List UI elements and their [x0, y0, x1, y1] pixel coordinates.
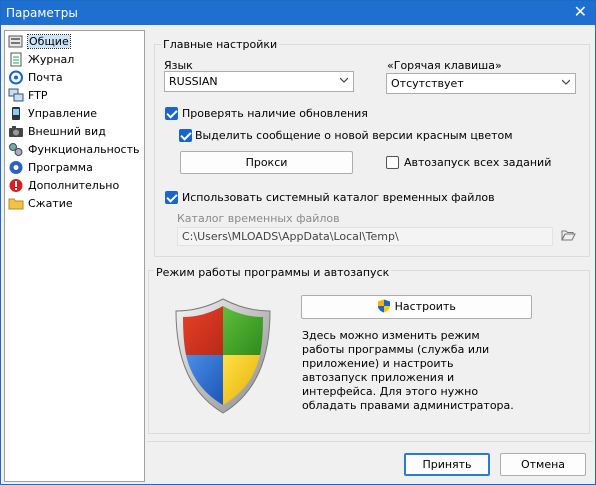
chevron-down-icon — [340, 77, 348, 83]
mode-group-title: Режим работы программы и автозапуск — [154, 266, 392, 279]
functionality-icon — [8, 142, 24, 157]
compression-icon — [8, 196, 24, 211]
system-temp-label: Использовать системный каталог временных… — [182, 191, 495, 204]
mode-description: Здесь можно изменить режим работы програ… — [302, 329, 514, 412]
sidebar-item-general[interactable]: Общие — [6, 33, 144, 50]
configure-button-label: Настроить — [394, 300, 456, 313]
sidebar-item-advanced[interactable]: Дополнительно — [6, 177, 144, 194]
hotkey-label: «Горячая клавиша» — [387, 59, 502, 72]
window-title: Параметры — [6, 6, 78, 20]
sidebar-item-program[interactable]: Программа — [6, 159, 144, 176]
sidebar-item-ftp[interactable]: FTP — [6, 87, 144, 104]
close-icon[interactable]: ✕ — [574, 3, 587, 21]
sidebar-item-label: Внешний вид — [28, 125, 106, 138]
general-icon — [8, 34, 24, 49]
highlight-version-checkbox[interactable] — [179, 129, 192, 142]
sidebar-item-label: FTP — [28, 89, 48, 102]
mail-icon — [8, 70, 24, 85]
appearance-icon — [8, 124, 24, 139]
sidebar-item-appearance[interactable]: Внешний вид — [6, 123, 144, 140]
sidebar-item-label: Почта — [28, 71, 63, 84]
sidebar-item-label: Общие — [27, 34, 71, 49]
program-icon — [8, 160, 24, 175]
advanced-icon — [8, 178, 24, 193]
chevron-down-icon — [562, 79, 570, 85]
main-settings-title: Главные настройки — [161, 38, 280, 51]
ok-button[interactable]: Принять — [404, 453, 490, 476]
language-value: RUSSIAN — [169, 75, 218, 88]
sidebar-item-label: Журнал — [28, 53, 75, 66]
sidebar-item-label: Дополнительно — [28, 179, 120, 192]
cancel-button[interactable]: Отмена — [500, 453, 586, 476]
sidebar-item-compression[interactable]: Сжатие — [6, 195, 144, 212]
journal-icon — [8, 52, 24, 67]
language-select[interactable]: RUSSIAN — [164, 71, 354, 92]
autostart-all-label: Автозапуск всех заданий — [404, 156, 552, 169]
sidebar-item-mail[interactable]: Почта — [6, 69, 144, 86]
folder-open-icon[interactable] — [561, 229, 576, 245]
temp-dir-field: C:\Users\MLOADS\AppData\Local\Temp\ — [177, 227, 553, 246]
proxy-button[interactable]: Прокси — [180, 151, 353, 174]
sidebar: Общие Журнал Почта FTP Управление Внешни… — [4, 30, 145, 482]
settings-window: Параметры ✕ Общие Журнал Почта FTP Управ… — [0, 0, 596, 485]
sidebar-item-journal[interactable]: Журнал — [6, 51, 144, 68]
sidebar-item-label: Программа — [28, 161, 93, 174]
control-icon — [8, 106, 24, 121]
highlight-version-label: Выделить сообщение о новой версии красны… — [195, 129, 513, 142]
check-updates-label: Проверять наличие обновления — [182, 107, 368, 120]
temp-dir-label: Каталог временных файлов — [177, 212, 340, 225]
sidebar-item-label: Функциональность — [28, 143, 140, 156]
sidebar-item-label: Сжатие — [28, 197, 73, 210]
title-bar[interactable]: Параметры ✕ — [1, 1, 595, 25]
shield-icon — [378, 299, 391, 313]
hotkey-value: Отсутствует — [391, 77, 464, 90]
divider — [147, 441, 593, 442]
system-temp-checkbox[interactable] — [165, 191, 178, 204]
autostart-all-checkbox[interactable] — [386, 156, 399, 169]
hotkey-select[interactable]: Отсутствует — [386, 73, 576, 94]
security-shield-icon — [175, 298, 271, 414]
sidebar-item-functionality[interactable]: Функциональность — [6, 141, 144, 158]
configure-button[interactable]: Настроить — [301, 295, 532, 319]
ftp-icon — [8, 88, 24, 103]
sidebar-item-control[interactable]: Управление — [6, 105, 144, 122]
check-updates-checkbox[interactable] — [165, 107, 178, 120]
sidebar-item-label: Управление — [28, 107, 98, 120]
